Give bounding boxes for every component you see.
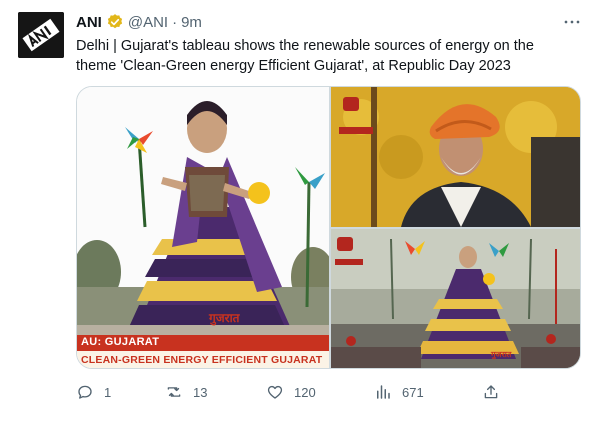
more-icon: [564, 20, 580, 24]
like-count: 120: [294, 384, 316, 400]
avatar[interactable]: [18, 12, 64, 58]
float-text-small: गुजरात: [491, 350, 512, 359]
tableau-photo: [77, 87, 329, 368]
like-icon: [267, 385, 283, 399]
parade-photo: [331, 229, 580, 368]
caption-title: AU: GUJARAT: [81, 336, 160, 348]
ani-logo-icon: [18, 12, 64, 58]
reply-count: 1: [104, 384, 112, 400]
timestamp[interactable]: 9m: [181, 14, 202, 31]
action-bar: 1 13 120 671: [76, 382, 516, 402]
retweet-count: 13: [193, 384, 208, 400]
author-handle[interactable]: @ANI: [128, 14, 168, 31]
media-image-top-right[interactable]: [331, 87, 580, 227]
views-icon: [377, 385, 390, 399]
share-icon: [484, 385, 498, 399]
retweet-icon: [167, 387, 181, 397]
media-image-bottom-right[interactable]: गुजरात: [331, 229, 580, 368]
tweet-header: ANI @ANI · 9m: [76, 12, 202, 32]
retweet-button[interactable]: 13: [165, 382, 207, 402]
tweet[interactable]: ANI @ANI · 9m Delhi | Gujarat's tableau …: [0, 0, 596, 422]
more-options-button[interactable]: [560, 12, 584, 32]
media-grid: गुजरात AU: GUJARAT CLEAN-GREEN ENERGY EF…: [76, 86, 581, 369]
float-text: गुजरात: [209, 311, 240, 325]
separator-dot: ·: [172, 13, 178, 31]
share-button[interactable]: [482, 382, 500, 402]
portrait-photo: [331, 87, 580, 227]
reply-icon: [78, 385, 92, 399]
view-count: 671: [402, 384, 424, 400]
verified-badge-icon: [106, 13, 124, 31]
tweet-text: Delhi | Gujarat's tableau shows the rene…: [76, 38, 534, 74]
views-button[interactable]: 671: [374, 382, 424, 402]
media-image-main[interactable]: गुजरात AU: GUJARAT CLEAN-GREEN ENERGY EF…: [77, 87, 329, 368]
reply-button[interactable]: 1: [76, 382, 111, 402]
like-button[interactable]: 120: [266, 382, 316, 402]
author-name[interactable]: ANI: [76, 14, 102, 31]
caption-subtitle: CLEAN-GREEN ENERGY EFFICIENT GUJARAT: [81, 354, 323, 366]
